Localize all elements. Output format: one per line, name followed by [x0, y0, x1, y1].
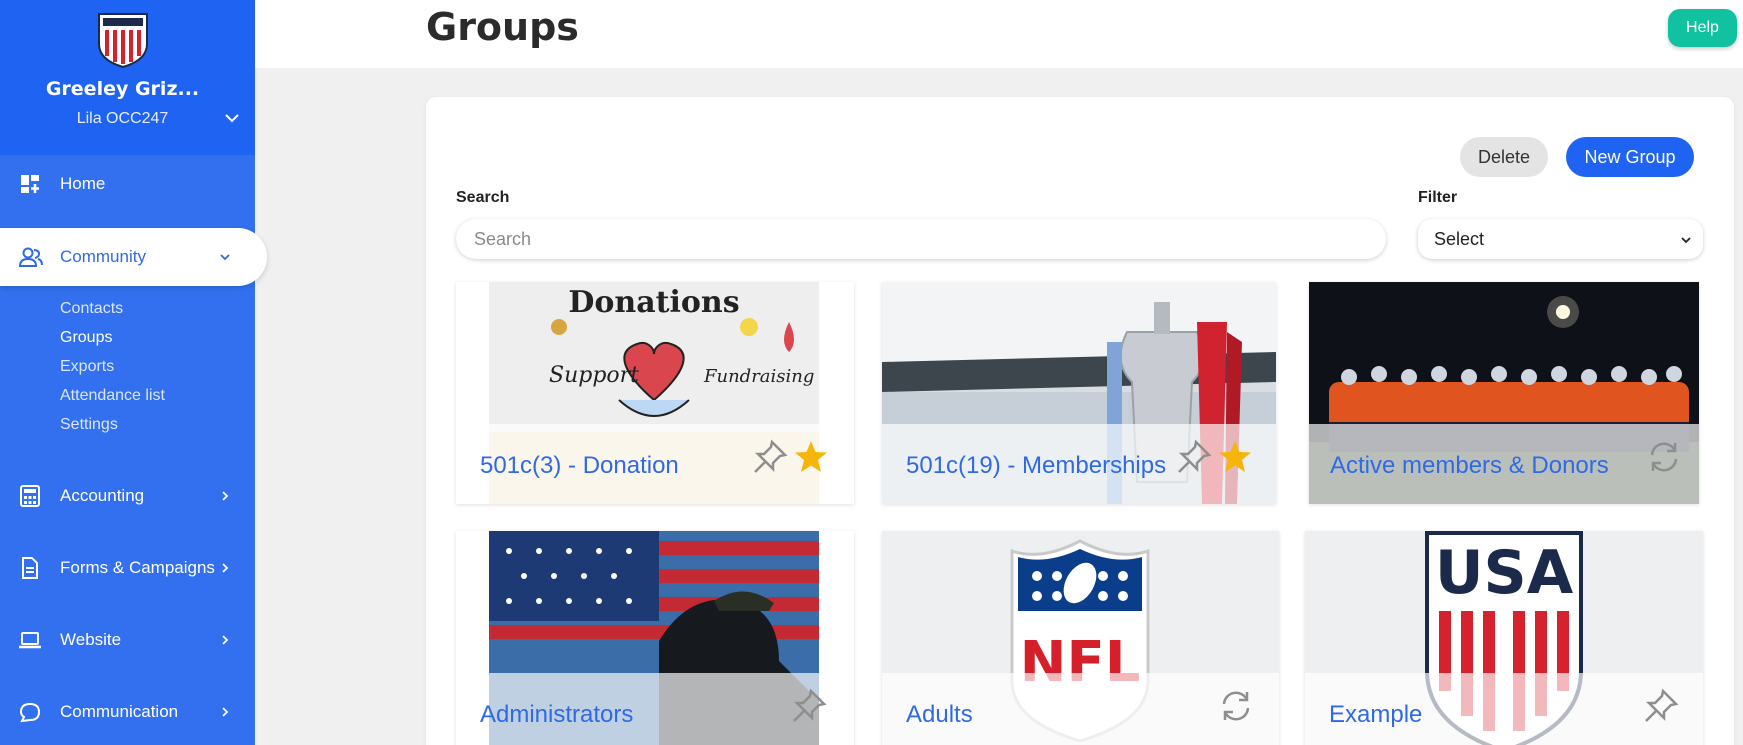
- sidebar-item-home[interactable]: Home: [0, 156, 255, 212]
- sidebar-item-label: Website: [60, 630, 122, 649]
- chevron-down-icon: [1681, 237, 1691, 244]
- community-submenu: Contacts Groups Exports Attendance list …: [60, 297, 165, 442]
- users-icon: [18, 247, 43, 267]
- image-text-support: Support: [549, 363, 639, 388]
- sidebar-item-label: Home: [60, 174, 106, 193]
- laptop-icon: [19, 632, 41, 649]
- group-name[interactable]: 501c(19) - Memberships: [906, 452, 1166, 480]
- dashboard-icon: [21, 175, 39, 193]
- help-button[interactable]: Help: [1668, 9, 1737, 47]
- sidebar-item-label: Communication: [60, 702, 179, 721]
- search-input[interactable]: [456, 219, 1386, 259]
- subnav-attendance-list[interactable]: Attendance list: [60, 384, 165, 413]
- pin-icon[interactable]: [1174, 437, 1214, 477]
- sync-icon[interactable]: [1216, 686, 1256, 726]
- filter-label: Filter: [1418, 189, 1458, 206]
- sidebar-item-accounting[interactable]: Accounting: [0, 468, 255, 524]
- image-text-fundraising: Fundraising: [703, 366, 814, 387]
- chat-icon: [19, 702, 41, 723]
- subnav-contacts[interactable]: Contacts: [60, 297, 165, 326]
- group-card[interactable]: Administrators: [456, 531, 854, 745]
- image-text-usa: USA: [1435, 538, 1574, 608]
- group-card[interactable]: NFL Adults: [882, 531, 1279, 745]
- sync-icon[interactable]: [1644, 437, 1684, 477]
- sidebar-item-label: Community: [60, 247, 146, 266]
- sidebar-item-website[interactable]: Website: [0, 612, 255, 668]
- subnav-exports[interactable]: Exports: [60, 355, 165, 384]
- filter-value: Select: [1434, 228, 1485, 249]
- image-text-donations: Donations: [568, 285, 739, 320]
- delete-button[interactable]: Delete: [1460, 137, 1548, 177]
- calculator-icon: [20, 485, 40, 507]
- pin-icon[interactable]: [750, 437, 790, 477]
- chevron-down-icon: [220, 254, 230, 261]
- org-name: Greeley Griz...: [45, 78, 200, 100]
- chevron-right-icon: [222, 563, 229, 573]
- group-card[interactable]: Donations Support Fundraising 501c(3) - …: [456, 282, 854, 504]
- subnav-groups[interactable]: Groups: [60, 326, 165, 355]
- page-title: Groups: [426, 5, 579, 49]
- groups-panel: Delete New Group Search Filter Select Do…: [426, 97, 1734, 745]
- group-name[interactable]: Active members & Donors: [1330, 452, 1609, 480]
- sidebar-item-forms-campaigns[interactable]: Forms & Campaigns: [0, 540, 255, 596]
- group-name[interactable]: Example: [1329, 701, 1422, 729]
- group-card[interactable]: 501c(19) - Memberships: [882, 282, 1276, 504]
- sidebar: Greeley Griz... Lila OCC247 Home Communi…: [0, 0, 267, 745]
- group-name[interactable]: 501c(3) - Donation: [480, 452, 679, 480]
- page-header: Groups Help: [255, 0, 1743, 68]
- pin-icon[interactable]: [1641, 686, 1681, 726]
- chevron-right-icon: [222, 491, 229, 501]
- subnav-settings[interactable]: Settings: [60, 413, 165, 442]
- user-name: Lila OCC247: [76, 110, 169, 127]
- group-card[interactable]: USA Example: [1305, 531, 1703, 745]
- filter-select[interactable]: Select: [1418, 219, 1703, 259]
- star-icon[interactable]: [792, 438, 830, 476]
- pin-icon[interactable]: [789, 686, 829, 726]
- sidebar-item-label: Forms & Campaigns: [60, 558, 215, 577]
- new-group-button[interactable]: New Group: [1566, 137, 1694, 177]
- sidebar-item-label: Accounting: [60, 486, 145, 505]
- org-header[interactable]: Greeley Griz... Lila OCC247: [0, 0, 255, 155]
- group-name[interactable]: Adults: [906, 701, 973, 729]
- search-label: Search: [456, 189, 510, 206]
- star-icon[interactable]: [1216, 438, 1254, 476]
- chevron-right-icon: [222, 635, 229, 645]
- document-icon: [22, 557, 38, 579]
- group-card[interactable]: Active members & Donors: [1309, 282, 1699, 504]
- chevron-right-icon: [222, 707, 229, 717]
- org-logo: [98, 13, 148, 68]
- group-name[interactable]: Administrators: [480, 701, 633, 729]
- sidebar-item-community[interactable]: Community: [0, 228, 267, 286]
- sidebar-item-communication[interactable]: Communication: [0, 684, 255, 740]
- chevron-down-icon[interactable]: [222, 108, 242, 128]
